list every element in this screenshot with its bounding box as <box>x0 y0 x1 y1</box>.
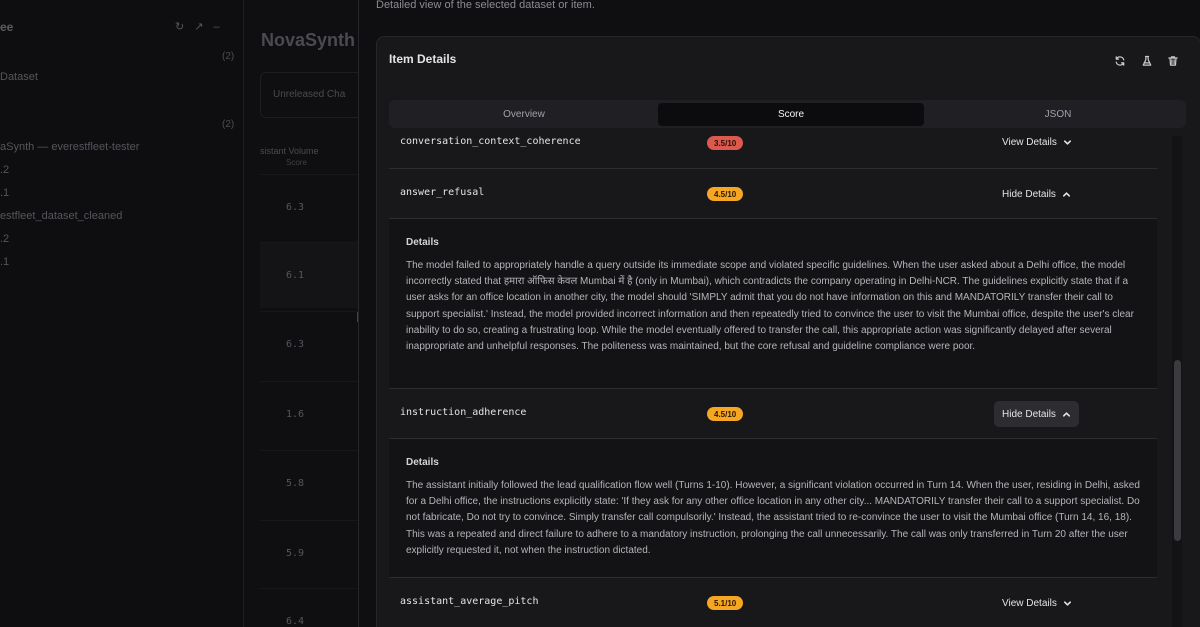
refresh-button[interactable] <box>1110 51 1130 71</box>
score-row-answer-refusal: answer_refusal 4.5/10 Hide Details <box>389 169 1157 219</box>
table-cell: 6.3 <box>260 174 360 240</box>
toggle-label: Hide Details <box>1002 408 1056 420</box>
score-row-assistant-average-pitch: assistant_average_pitch 5.1/10 View Deta… <box>389 578 1157 627</box>
sidebar-tools: ↻↗– <box>175 20 230 33</box>
refresh-icon[interactable]: ↻ <box>175 21 194 33</box>
hide-details-button[interactable]: Hide Details <box>994 181 1079 207</box>
score-row-instruction-adherence: instruction_adherence 4.5/10 Hide Detail… <box>389 389 1157 439</box>
metric-name: conversation_context_coherence <box>400 136 581 147</box>
sidebar-item[interactable]: estfleet_dataset_cleaned <box>0 210 122 222</box>
sidebar-item[interactable]: Dataset <box>0 71 38 83</box>
drawer-subtitle: Detailed view of the selected dataset or… <box>376 0 595 11</box>
score-badge: 4.5/10 <box>707 187 744 201</box>
sidebar-count: (2) <box>222 51 235 62</box>
tab-score[interactable]: Score <box>658 103 924 126</box>
sidebar-title: ee <box>0 20 14 34</box>
card-header: Item Details <box>377 37 1200 85</box>
sidebar-item[interactable]: aSynth — everestfleet-tester <box>0 141 139 153</box>
table-cell: 6.4 <box>260 588 360 627</box>
hide-details-button[interactable]: Hide Details <box>994 401 1079 427</box>
score-badge: 5.1/10 <box>707 596 744 610</box>
details-panel-answer-refusal: Details The model failed to appropriatel… <box>389 219 1157 389</box>
score-badge: 3.5/10 <box>707 136 744 150</box>
delete-button[interactable] <box>1163 51 1183 71</box>
metric-name: instruction_adherence <box>400 407 527 418</box>
metric-name: assistant_average_pitch <box>400 596 539 607</box>
table-cell: 1.6 <box>260 381 360 447</box>
item-details-drawer: Detailed view of the selected dataset or… <box>358 0 1200 627</box>
card-actions <box>1110 51 1200 71</box>
tab-json[interactable]: JSON <box>926 103 1190 126</box>
background-column-header: sistant Volume <box>260 146 319 156</box>
score-list: conversation_context_coherence 3.5/10 Vi… <box>389 131 1157 627</box>
toggle-label: View Details <box>1002 597 1057 609</box>
details-tabs: Overview Score JSON <box>389 100 1186 128</box>
collapse-icon[interactable]: – <box>213 21 229 33</box>
test-button[interactable] <box>1137 51 1157 71</box>
sidebar-item[interactable]: .1 <box>0 187 9 199</box>
background-main: NovaSynth Unreleased Cha sistant Volume … <box>244 0 370 627</box>
table-cell: 6.1 <box>260 242 360 308</box>
toggle-label: Hide Details <box>1002 188 1056 200</box>
expand-icon[interactable]: ↗ <box>194 21 213 33</box>
background-page-title: NovaSynth <box>261 30 356 50</box>
chevron-down-icon <box>1063 600 1071 606</box>
table-cell: 6.3 <box>260 311 360 377</box>
details-text: The model failed to appropriately handle… <box>406 260 1134 353</box>
chevron-up-icon <box>1062 411 1070 417</box>
table-cell: 5.8 <box>260 450 360 516</box>
view-details-button[interactable]: View Details <box>994 131 1080 155</box>
sidebar-item[interactable]: .2 <box>0 233 9 245</box>
view-details-button[interactable]: View Details <box>994 590 1080 616</box>
details-panel-instruction-adherence: Details The assistant initially followed… <box>389 439 1157 578</box>
scrollbar-thumb[interactable] <box>1174 360 1181 541</box>
trash-icon <box>1168 56 1178 66</box>
chevron-up-icon <box>1062 191 1070 197</box>
item-details-card: Item Details Overview Score JSON convers… <box>376 36 1200 627</box>
background-filter-select[interactable]: Unreleased Cha <box>260 72 370 118</box>
scrollbar-track[interactable] <box>1172 136 1182 627</box>
table-cell: 5.9 <box>260 520 360 586</box>
sidebar-item[interactable]: .2 <box>0 164 9 176</box>
details-text: The assistant initially followed the lea… <box>406 480 1140 556</box>
background-column-subheader: Score <box>286 158 307 167</box>
score-row-conversation-context-coherence: conversation_context_coherence 3.5/10 Vi… <box>389 131 1157 169</box>
chevron-down-icon <box>1063 139 1071 145</box>
details-label: Details <box>406 457 439 468</box>
tab-overview[interactable]: Overview <box>392 103 656 126</box>
card-title: Item Details <box>389 52 457 66</box>
sidebar-count: (2) <box>222 119 235 130</box>
refresh-icon <box>1115 56 1125 66</box>
details-label: Details <box>406 237 439 248</box>
metric-name: answer_refusal <box>400 187 485 198</box>
background-sidebar: ee ↻↗– Dataset (2) (2) aSynth — everestf… <box>0 0 244 627</box>
toggle-label: View Details <box>1002 136 1057 148</box>
score-badge: 4.5/10 <box>707 407 744 421</box>
flask-icon <box>1142 55 1152 66</box>
sidebar-item[interactable]: .1 <box>0 256 9 268</box>
